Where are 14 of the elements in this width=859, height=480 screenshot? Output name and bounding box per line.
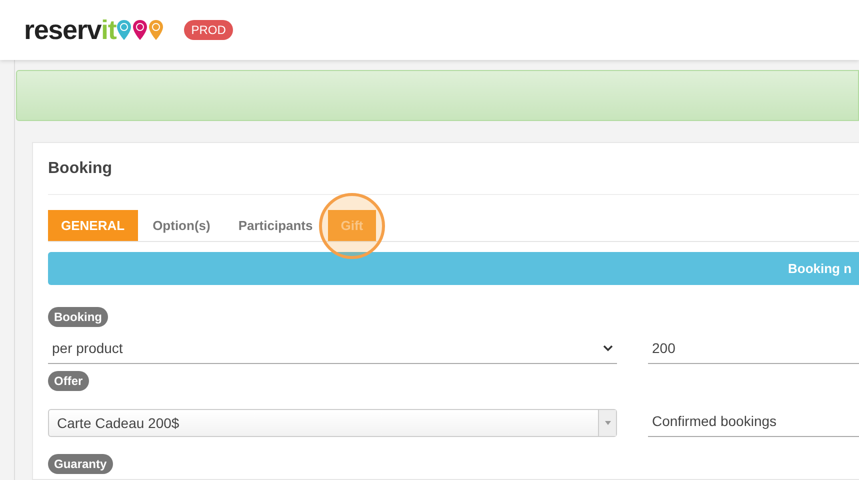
offer-select[interactable]: Carte Cadeau 200$ — [48, 409, 617, 437]
text-field[interactable]: Confirmed bookings — [648, 407, 859, 437]
section-label: Booking — [48, 307, 108, 327]
section-label: Offer — [48, 371, 89, 391]
info-text: Booking n — [788, 260, 852, 278]
env-badge: PROD — [184, 20, 233, 40]
card-title: Booking — [48, 143, 114, 195]
logo-accent: it — [101, 16, 116, 44]
section-label: Guaranty — [48, 454, 113, 474]
tab[interactable]: Option(s) — [140, 210, 224, 241]
select-field[interactable]: per product — [48, 334, 617, 364]
logo-text: reserv — [24, 16, 102, 44]
text-field[interactable]: 200 — [648, 334, 859, 364]
tab[interactable]: Participants — [225, 210, 326, 241]
